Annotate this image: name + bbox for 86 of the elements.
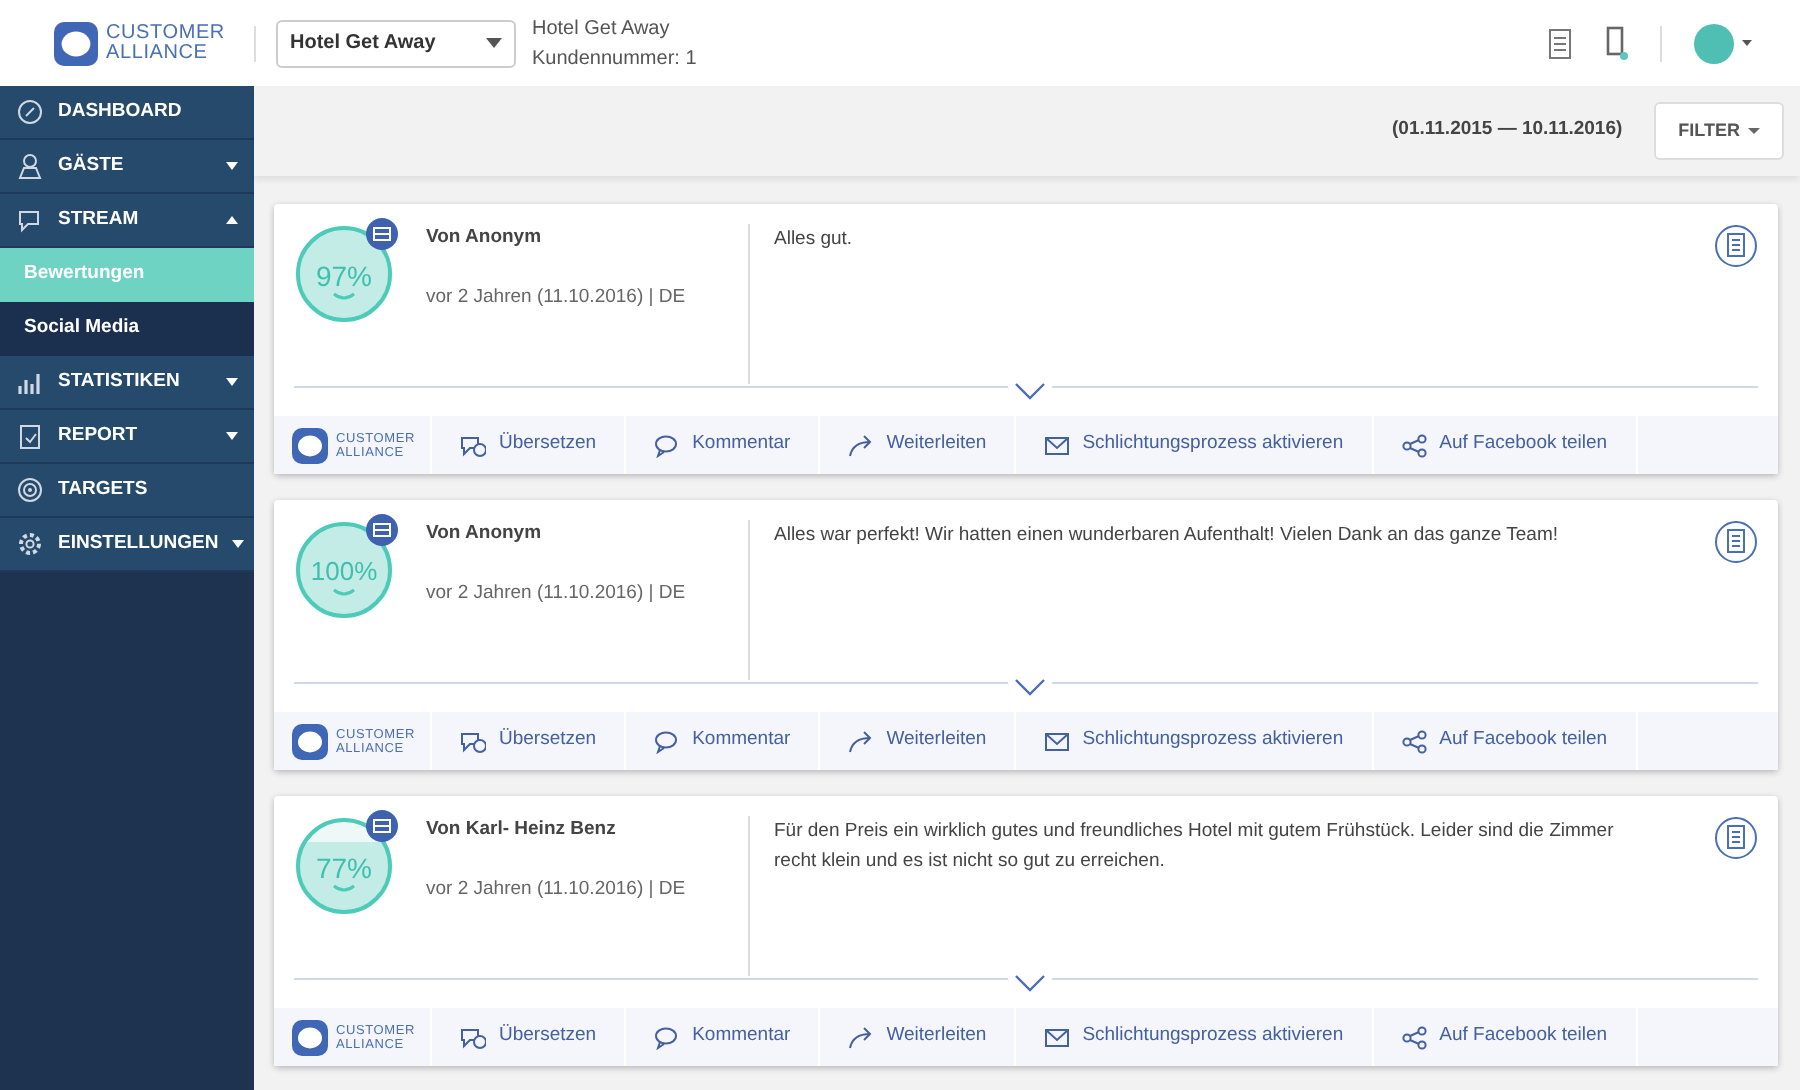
review-text: Alles gut. <box>774 226 855 254</box>
comment-icon <box>654 729 681 753</box>
forward-icon <box>848 729 875 753</box>
bar-chart-icon <box>16 368 44 396</box>
caret-icon <box>1748 128 1760 134</box>
action-button[interactable]: Weiterleiten <box>820 712 1017 770</box>
sidebar-item[interactable]: TARGETS <box>0 464 254 518</box>
filter-button[interactable]: FILTER <box>1654 102 1784 160</box>
action-button[interactable]: Übersetzen <box>432 416 627 474</box>
hotel-select[interactable]: Hotel Get Away <box>276 19 516 67</box>
logo-icon <box>290 425 330 465</box>
action-button[interactable]: Schlichtungsprozess aktivieren <box>1016 1008 1374 1066</box>
report-button[interactable] <box>1714 520 1758 564</box>
chevron-down-icon <box>1014 381 1046 400</box>
action-button[interactable]: Auf Facebook teilen <box>1373 1008 1638 1066</box>
dashboard-icon <box>16 98 44 126</box>
forward-icon <box>848 1025 875 1049</box>
chevron-down-icon <box>1014 677 1046 696</box>
document-icon <box>1714 520 1758 564</box>
review-meta: vor 2 Jahren (11.10.2016) | DE <box>426 580 686 609</box>
comment-icon <box>654 433 681 457</box>
sidebar-item[interactable]: GÄSTE <box>0 140 254 194</box>
hotel-badge-icon <box>366 810 398 842</box>
action-button[interactable]: Kommentar <box>626 416 821 474</box>
chevron-down-icon <box>1014 973 1046 992</box>
sidebar-item[interactable]: DASHBOARD <box>0 86 254 140</box>
logo-text: ALLIANCE <box>106 43 210 63</box>
action-button[interactable]: Übersetzen <box>432 712 627 770</box>
document-icon <box>1714 224 1758 268</box>
review-meta: vor 2 Jahren (11.10.2016) | DE <box>426 284 686 313</box>
caret-icon <box>1742 40 1752 46</box>
author-name: Von Anonym <box>426 520 544 548</box>
action-button[interactable]: Weiterleiten <box>820 416 1017 474</box>
hotel-badge-icon <box>366 514 398 546</box>
share-icon <box>1401 433 1428 457</box>
forward-icon <box>848 433 875 457</box>
clipboard-icon <box>16 422 44 450</box>
chat-icon <box>16 206 44 234</box>
logo-text: CUSTOMER <box>106 23 225 43</box>
review-meta: vor 2 Jahren (11.10.2016) | DE <box>426 876 686 905</box>
share-icon <box>1401 1025 1428 1049</box>
customer-number: Kundennummer: 1 <box>532 45 697 73</box>
avatar-icon <box>1694 23 1734 63</box>
translate-icon <box>460 1025 487 1049</box>
mail-icon <box>1044 1025 1071 1049</box>
author-name: Von Karl- Heinz Benz <box>426 816 618 844</box>
review-text: Für den Preis ein wirklich gutes und freundliches Hotel mit gutem Frühstück. Leider sind die Zimmer recht klein und es ist nicht so gut zu erreichen. <box>774 818 1616 876</box>
translate-icon <box>460 433 487 457</box>
share-icon <box>1401 729 1428 753</box>
action-button[interactable]: Auf Facebook teilen <box>1373 712 1638 770</box>
action-button[interactable]: Kommentar <box>626 1008 821 1066</box>
score-text: 77% <box>313 850 375 888</box>
review-text: Alles war perfekt! Wir hatten einen wunderbaren Aufenthalt! Vielen Dank an das ganze Team! <box>774 522 1561 550</box>
action-button[interactable]: Schlichtungsprozess aktivieren <box>1016 416 1374 474</box>
action-button[interactable]: Schlichtungsprozess aktivieren <box>1016 712 1374 770</box>
document-icon <box>1548 27 1572 59</box>
date-range: (01.11.2015 — 10.11.2016) <box>1392 116 1623 145</box>
mail-icon <box>1044 433 1071 457</box>
translate-icon <box>460 729 487 753</box>
score-text: 97% <box>313 258 375 296</box>
caret-icon <box>486 38 502 48</box>
logo-icon <box>290 1017 330 1057</box>
report-button[interactable] <box>1714 224 1758 268</box>
document-icon <box>1714 816 1758 860</box>
person-icon <box>16 152 44 180</box>
sidebar-item[interactable]: REPORT <box>0 410 254 464</box>
sidebar-item[interactable]: STATISTIKEN <box>0 356 254 410</box>
settings-icon <box>16 530 44 558</box>
author-name: Von Anonym <box>426 224 544 252</box>
logo-icon <box>52 19 100 67</box>
mail-icon <box>1044 729 1071 753</box>
score-ring <box>294 816 394 916</box>
report-button[interactable] <box>1714 816 1758 860</box>
sidebar-subitem[interactable]: Social Media <box>0 302 254 356</box>
hotel-badge-icon <box>366 218 398 250</box>
sidebar-item[interactable]: EINSTELLUNGEN <box>0 518 254 572</box>
hotel-name: Hotel Get Away <box>532 15 672 43</box>
target-icon <box>16 476 44 504</box>
action-button[interactable]: Kommentar <box>626 712 821 770</box>
score-text: 100% <box>308 554 380 590</box>
sidebar-item[interactable]: STREAM <box>0 194 254 248</box>
logo-icon <box>290 721 330 761</box>
action-button[interactable]: Auf Facebook teilen <box>1373 416 1638 474</box>
action-button[interactable]: Weiterleiten <box>820 1008 1017 1066</box>
comment-icon <box>654 1025 681 1049</box>
action-button[interactable]: Übersetzen <box>432 1008 627 1066</box>
